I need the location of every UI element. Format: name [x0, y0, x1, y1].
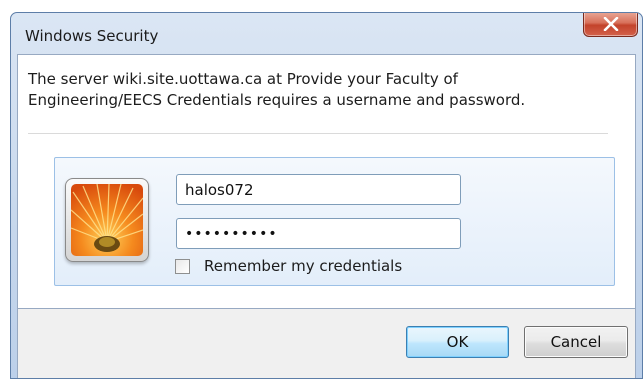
remember-credentials-option[interactable]: Remember my credentials [175, 256, 402, 276]
title-bar[interactable]: Windows Security [11, 13, 642, 54]
password-field[interactable] [176, 218, 461, 249]
close-button[interactable] [583, 13, 638, 37]
remember-credentials-checkbox[interactable] [175, 258, 190, 274]
dialog-footer: OK Cancel [17, 309, 636, 378]
flower-user-tile-icon [71, 184, 143, 256]
remember-credentials-label: Remember my credentials [204, 257, 403, 275]
ok-button[interactable]: OK [406, 326, 509, 358]
windows-security-dialog: Windows Security The server wiki.site.uo… [10, 12, 643, 379]
dialog-title: Windows Security [25, 27, 159, 45]
server-message: The server wiki.site.uottawa.ca at Provi… [28, 70, 526, 109]
dialog-content: The server wiki.site.uottawa.ca at Provi… [17, 54, 636, 309]
cancel-button[interactable]: Cancel [524, 326, 628, 358]
username-field[interactable] [176, 174, 461, 205]
avatar [65, 178, 149, 262]
credential-tile[interactable]: Remember my credentials [54, 157, 615, 286]
close-icon [603, 17, 619, 31]
divider [28, 133, 608, 134]
